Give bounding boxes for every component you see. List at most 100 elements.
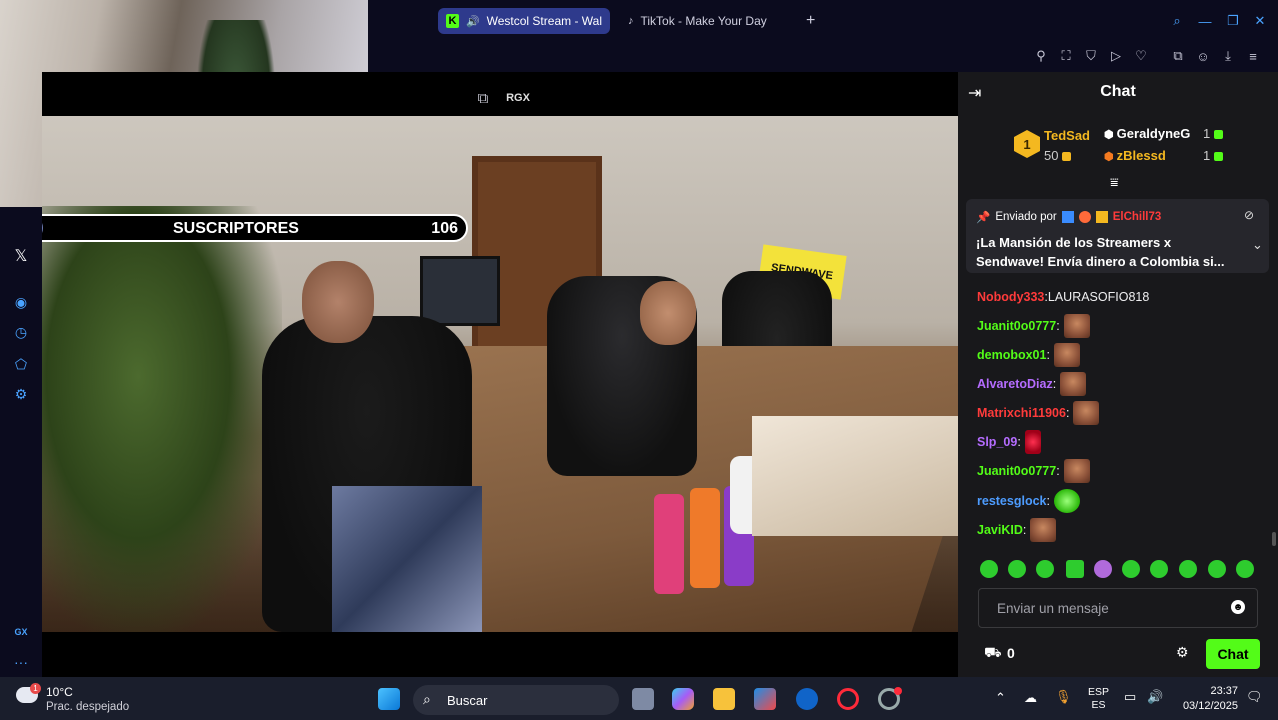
- windows-start-icon[interactable]: [378, 688, 400, 710]
- search-icon[interactable]: ⌕: [1168, 12, 1186, 30]
- speaker-icon: 🔊: [465, 15, 480, 28]
- heart-icon[interactable]: ♡: [1132, 47, 1150, 65]
- pin-icon[interactable]: ⚲: [1032, 47, 1050, 65]
- man-face: [640, 281, 696, 345]
- tab-westcol-stream[interactable]: K 🔊 Westcol Stream - Wal: [438, 8, 610, 34]
- chat-message: restesglock:: [977, 488, 1080, 514]
- microphone-icon[interactable]: 🎙: [1055, 689, 1072, 705]
- file-explorer-icon[interactable]: [713, 688, 735, 710]
- quick-emote-icon[interactable]: [1094, 560, 1112, 578]
- outlook-icon[interactable]: [796, 688, 818, 710]
- pinned-text: ¡La Mansión de los Streamers x Sendwave!…: [976, 235, 1225, 269]
- maximize-icon[interactable]: ❐: [1224, 12, 1242, 30]
- chat-header: ⇥ Chat: [958, 72, 1278, 112]
- quick-emote-icon[interactable]: [1179, 560, 1197, 578]
- quick-emote-icon[interactable]: [1122, 560, 1140, 578]
- close-icon[interactable]: ✕: [1251, 12, 1269, 30]
- pinned-sent-by: Enviado por: [995, 211, 1057, 223]
- shield-icon[interactable]: ⛉: [1082, 47, 1100, 65]
- chat-message: JaviKID:: [977, 517, 1057, 543]
- pin-icon: 📌: [976, 212, 991, 224]
- rgx-button[interactable]: RGX: [503, 88, 533, 108]
- browser-toolbar: ⚲ ⛶ ⛉ ▷ ♡ ⧉ ☺ ⤓ ≡: [368, 42, 1278, 72]
- popout-icon[interactable]: ⧉: [470, 86, 496, 110]
- hide-pin-icon[interactable]: ⊘: [1244, 208, 1254, 222]
- emoji-picker-icon[interactable]: ☻: [1231, 600, 1245, 614]
- gx-corner-icon[interactable]: GX: [12, 623, 30, 641]
- message-username[interactable]: Slp_09: [977, 435, 1017, 449]
- chat-send-button[interactable]: Chat: [1206, 639, 1260, 669]
- leaderboard-top-user[interactable]: TedSad: [1044, 128, 1090, 143]
- history-icon[interactable]: ◷: [12, 323, 30, 341]
- language-indicator[interactable]: ESP ES: [1088, 686, 1109, 712]
- opera-gx-icon[interactable]: [837, 688, 859, 710]
- emote-face-icon: [1053, 343, 1080, 367]
- weather-widget[interactable]: 1 10°C Prac. despejado: [12, 683, 152, 717]
- snapshot-icon[interactable]: ⛶: [1057, 47, 1075, 65]
- points-store-icon[interactable]: ⛟: [984, 644, 1002, 663]
- message-username[interactable]: restesglock: [977, 494, 1046, 508]
- message-username[interactable]: Nobody333: [977, 290, 1044, 304]
- collapse-chat-icon[interactable]: ⇥: [968, 83, 981, 103]
- message-username[interactable]: demobox01: [977, 348, 1046, 362]
- chevron-down-icon[interactable]: ⌄: [1252, 237, 1263, 253]
- quick-emote-icon[interactable]: [1066, 560, 1084, 578]
- chat-message: Juanit0o0777:: [977, 458, 1090, 484]
- download-icon[interactable]: ⤓: [1219, 47, 1237, 65]
- new-tab-button[interactable]: +: [798, 8, 820, 34]
- send-icon[interactable]: ▷: [1107, 47, 1125, 65]
- stream-video-frame[interactable]: SENDWAVE: [42, 116, 958, 632]
- young-man-face: [302, 261, 374, 343]
- subscriber-goal-bar: 0 SUSCRIPTORES 106: [6, 214, 468, 242]
- onedrive-icon[interactable]: ☁: [1024, 690, 1037, 706]
- emote-green-icon: [1053, 489, 1080, 513]
- extensions-sidebar-icon[interactable]: ⬠: [12, 355, 30, 373]
- tab-label: TikTok - Make Your Day: [640, 14, 767, 28]
- profile-icon[interactable]: ☺: [1194, 47, 1212, 65]
- quick-emote-icon[interactable]: [980, 560, 998, 578]
- badge-icon: [1061, 211, 1074, 223]
- settings-icon[interactable]: ⚙: [12, 385, 30, 403]
- taskbar-search-box[interactable]: ⌕ Buscar: [413, 685, 619, 715]
- x-twitter-icon[interactable]: 𝕏: [12, 247, 30, 265]
- tab-tiktok[interactable]: ♪ TikTok - Make Your Day: [620, 8, 790, 34]
- leaderboard-second-user[interactable]: ⬢ GeraldyneG: [1104, 126, 1190, 141]
- chat-scrollbar[interactable]: [1272, 532, 1276, 546]
- extensions-icon[interactable]: ⧉: [1169, 47, 1187, 65]
- chat-panel: ⇥ Chat 1 TedSad 50 ⬢ GeraldyneG 1 ⬢ zBle…: [958, 72, 1278, 677]
- expand-leaderboard-icon[interactable]: ⩸: [1110, 174, 1119, 191]
- gift-badge-icon: [1095, 211, 1108, 223]
- player-icon[interactable]: ◉: [12, 293, 30, 311]
- pinned-message[interactable]: 📌 Enviado por ElChill73 ⊘ ¡La Mansión de…: [966, 199, 1269, 273]
- quick-emote-icon[interactable]: [1150, 560, 1168, 578]
- weather-badge: 1: [30, 683, 41, 694]
- chat-message-input[interactable]: [979, 589, 1229, 627]
- quick-emote-icon[interactable]: [1008, 560, 1026, 578]
- quick-emote-icon[interactable]: [1236, 560, 1254, 578]
- tiktok-icon: ♪: [628, 15, 634, 27]
- message-username[interactable]: Juanit0o0777: [977, 319, 1056, 333]
- more-icon[interactable]: ···: [12, 653, 30, 671]
- task-view-icon[interactable]: [632, 688, 654, 710]
- pinned-sender[interactable]: ElChill73: [1113, 211, 1162, 223]
- gift-leaderboard: 1 TedSad 50 ⬢ GeraldyneG 1 ⬢ zBlessd 1: [958, 114, 1278, 176]
- message-username[interactable]: AlvaretoDiaz: [977, 377, 1053, 391]
- minimize-icon[interactable]: —: [1196, 12, 1214, 30]
- message-username[interactable]: JaviKID: [977, 523, 1023, 537]
- volume-icon[interactable]: 🔊: [1147, 689, 1163, 705]
- network-icon[interactable]: ▭: [1124, 689, 1136, 705]
- quick-emote-icon[interactable]: [1036, 560, 1054, 578]
- copilot-icon[interactable]: [672, 688, 694, 710]
- chevron-up-icon[interactable]: ⌃: [995, 690, 1006, 706]
- quick-emote-icon[interactable]: [1208, 560, 1226, 578]
- message-username[interactable]: Matrixchi11906: [977, 406, 1066, 420]
- menu-icon[interactable]: ≡: [1244, 47, 1262, 65]
- store-icon[interactable]: [754, 688, 776, 710]
- clock[interactable]: 23:37 03/12/2025: [1178, 684, 1238, 714]
- message-text: LAURASOFIO818: [1047, 290, 1150, 304]
- chat-input-box: ☻: [978, 588, 1258, 628]
- notifications-icon[interactable]: 🗨: [1246, 689, 1263, 705]
- chat-settings-icon[interactable]: ⚙: [1176, 644, 1189, 661]
- message-username[interactable]: Juanit0o0777: [977, 464, 1056, 478]
- leaderboard-third-user[interactable]: ⬢ zBlessd: [1104, 148, 1166, 163]
